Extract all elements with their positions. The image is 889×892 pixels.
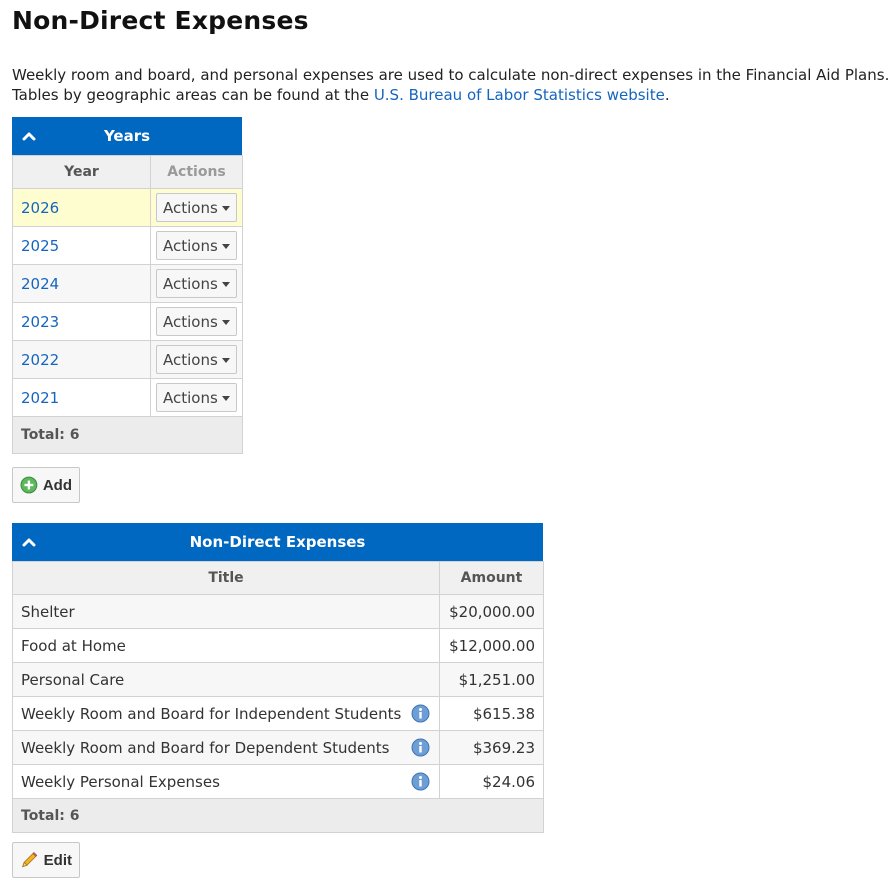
expense-title-cell: Weekly Room and Board for Independent St… [12, 696, 440, 731]
table-row: Weekly Room and Board for Dependent Stud… [12, 730, 544, 765]
chevron-up-icon[interactable] [22, 129, 36, 143]
expense-amount: $369.23 [439, 730, 544, 765]
caret-down-icon [221, 396, 230, 401]
intro-line-1: Weekly room and board, and personal expe… [12, 66, 889, 84]
add-year-button[interactable]: Add [12, 467, 80, 503]
expense-title: Weekly Personal Expenses [21, 772, 220, 791]
expense-title-cell: Weekly Room and Board for Dependent Stud… [12, 730, 440, 765]
actions-dropdown-button[interactable]: Actions [156, 193, 237, 222]
actions-dropdown-button[interactable]: Actions [156, 231, 237, 260]
intro-line-2-prefix: Tables by geographic areas can be found … [12, 85, 374, 104]
years-total: Total: 6 [12, 416, 243, 454]
actions-label: Actions [163, 274, 218, 293]
page-title: Non-Direct Expenses [12, 6, 309, 35]
years-panel: Years Year Actions 2026 Actions 2025 Act… [12, 117, 243, 454]
total-row: Total: 6 [12, 798, 544, 833]
caret-down-icon [221, 282, 230, 287]
actions-dropdown-button[interactable]: Actions [156, 345, 237, 374]
edit-label: Edit [43, 851, 72, 869]
caret-down-icon [221, 244, 230, 249]
page: Non-Direct Expenses Weekly room and boar… [0, 0, 889, 892]
col-header-year: Year [12, 155, 151, 189]
caret-down-icon [221, 358, 230, 363]
caret-down-icon [221, 320, 230, 325]
expenses-panel-title: Non-Direct Expenses [189, 533, 366, 551]
expense-title: Personal Care [12, 662, 440, 697]
total-row: Total: 6 [12, 416, 243, 454]
expense-title: Weekly Room and Board for Independent St… [21, 704, 402, 723]
col-header-title: Title [12, 561, 440, 595]
chevron-up-icon[interactable] [22, 535, 36, 549]
pencil-icon [22, 852, 38, 868]
actions-label: Actions [163, 388, 218, 407]
expenses-panel: Non-Direct Expenses Title Amount Shelter… [12, 523, 544, 833]
add-label: Add [42, 476, 72, 494]
year-link[interactable]: 2025 [21, 237, 59, 255]
intro-text: Weekly room and board, and personal expe… [12, 66, 889, 105]
info-icon[interactable] [411, 772, 430, 791]
caret-down-icon [221, 206, 230, 211]
expense-amount: $1,251.00 [439, 662, 544, 697]
expense-title: Food at Home [12, 628, 440, 663]
expense-title-cell: Weekly Personal Expenses [12, 764, 440, 799]
actions-dropdown-button[interactable]: Actions [156, 307, 237, 336]
years-table: Year Actions 2026 Actions 2025 Actions 2… [12, 155, 243, 454]
year-link[interactable]: 2022 [21, 351, 59, 369]
table-row: 2021 Actions [12, 378, 243, 417]
expense-title: Shelter [12, 594, 440, 629]
edit-expenses-button[interactable]: Edit [12, 842, 80, 878]
years-panel-title: Years [103, 127, 151, 145]
table-row: Shelter $20,000.00 [12, 594, 544, 629]
expense-amount: $24.06 [439, 764, 544, 799]
info-icon[interactable] [411, 704, 430, 723]
expense-title: Weekly Room and Board for Dependent Stud… [21, 738, 390, 757]
intro-line-2: Tables by geographic areas can be found … [12, 86, 889, 106]
table-row: 2025 Actions [12, 226, 243, 265]
actions-label: Actions [163, 198, 218, 217]
table-row: Personal Care $1,251.00 [12, 662, 544, 697]
table-row: Weekly Personal Expenses $24.06 [12, 764, 544, 799]
year-link[interactable]: 2026 [21, 199, 59, 217]
table-row: 2023 Actions [12, 302, 243, 341]
info-icon[interactable] [411, 738, 430, 757]
actions-label: Actions [163, 350, 218, 369]
expense-amount: $20,000.00 [439, 594, 544, 629]
actions-dropdown-button[interactable]: Actions [156, 383, 237, 412]
table-row: 2024 Actions [12, 264, 243, 303]
intro-line-2-suffix: . [664, 85, 670, 104]
col-header-amount: Amount [439, 561, 544, 595]
table-row: Weekly Room and Board for Independent St… [12, 696, 544, 731]
year-link[interactable]: 2021 [21, 389, 59, 407]
years-panel-header[interactable]: Years [12, 117, 242, 155]
expense-amount: $615.38 [439, 696, 544, 731]
table-row: Food at Home $12,000.00 [12, 628, 544, 663]
actions-label: Actions [163, 236, 218, 255]
table-row: 2026 Actions [12, 188, 243, 227]
expenses-panel-header[interactable]: Non-Direct Expenses [12, 523, 543, 561]
actions-label: Actions [163, 312, 218, 331]
col-header-actions: Actions [150, 155, 243, 189]
add-circle-icon [20, 476, 38, 494]
expenses-total: Total: 6 [12, 798, 544, 833]
expense-amount: $12,000.00 [439, 628, 544, 663]
actions-dropdown-button[interactable]: Actions [156, 269, 237, 298]
year-link[interactable]: 2023 [21, 313, 59, 331]
expenses-table: Title Amount Shelter $20,000.00 Food at … [12, 561, 544, 833]
table-row: 2022 Actions [12, 340, 243, 379]
year-link[interactable]: 2024 [21, 275, 59, 293]
bls-website-link[interactable]: U.S. Bureau of Labor Statistics website [374, 86, 665, 104]
